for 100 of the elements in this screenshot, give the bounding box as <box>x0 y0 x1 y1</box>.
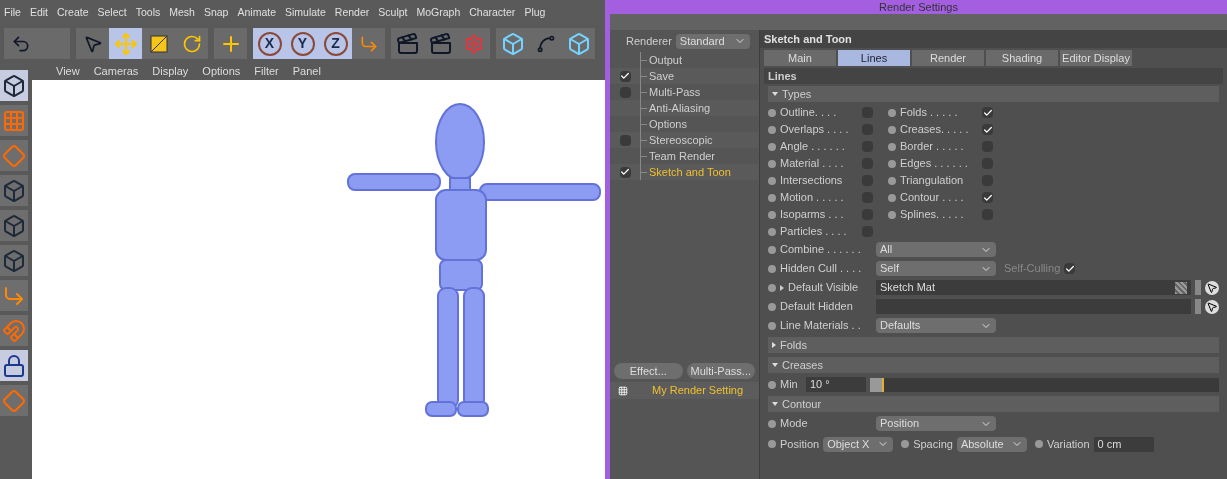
menu-item[interactable]: Plug <box>524 4 546 21</box>
toolbar-button[interactable] <box>496 28 529 59</box>
toolbar-button[interactable] <box>175 28 208 59</box>
menu-item[interactable]: Create <box>57 4 89 21</box>
menu-item[interactable]: Snap <box>203 4 229 21</box>
option-label: Self-Culling <box>1004 261 1061 277</box>
checkbox[interactable] <box>619 166 631 178</box>
check-icon <box>620 71 630 81</box>
menu-item[interactable]: Animate <box>237 4 276 21</box>
dropdown[interactable]: Object X <box>823 436 894 452</box>
tab[interactable]: Lines <box>838 50 910 66</box>
tree-item[interactable]: Save <box>610 68 759 84</box>
menu-item[interactable]: Filter <box>254 62 279 80</box>
line-type-label: Isoparms . . . <box>780 207 845 223</box>
menu-item[interactable]: File <box>4 4 21 21</box>
dropdown[interactable]: Position <box>876 416 996 431</box>
checkbox[interactable] <box>619 70 631 82</box>
tab[interactable]: Render <box>912 50 984 66</box>
link-field[interactable]: Sketch Mat <box>876 280 1191 295</box>
pointer-icon[interactable] <box>1205 299 1219 314</box>
line-type-label: Angle . . . . . . <box>780 139 846 155</box>
tree-item[interactable]: Sketch and Toon <box>610 164 759 180</box>
dropdown[interactable]: Self <box>876 261 996 276</box>
toolbar-button[interactable]: Z <box>319 28 352 59</box>
group-header[interactable]: Folds <box>768 337 1219 353</box>
menu-item[interactable]: Cameras <box>93 62 139 80</box>
square-icon <box>148 33 169 54</box>
menu-item[interactable]: View <box>56 62 80 80</box>
toolbar-button[interactable] <box>562 28 595 59</box>
menu-item[interactable]: Mesh <box>169 4 195 21</box>
dropdown[interactable]: Defaults <box>876 318 996 333</box>
menu-item[interactable]: Edit <box>29 4 48 21</box>
param-label: Combine . . . . . . <box>780 242 862 258</box>
toolbar-button[interactable] <box>76 28 109 59</box>
tree-item[interactable]: Stereoscopic <box>610 132 759 148</box>
dropdown[interactable]: All <box>876 242 996 257</box>
clapperboard-icon <box>428 31 453 56</box>
menu-item[interactable]: Tools <box>135 4 161 21</box>
check-icon <box>982 124 993 135</box>
checkbox[interactable] <box>982 124 993 135</box>
cube-icon <box>500 31 525 56</box>
group-header[interactable]: Contour <box>768 396 1219 412</box>
menu-item[interactable]: Panel <box>292 62 321 80</box>
param-label: Variation <box>1046 436 1090 452</box>
panel-header: Sketch and Toon <box>760 30 1227 48</box>
slider-track[interactable] <box>870 377 1219 392</box>
undo-icon <box>10 33 31 54</box>
tab[interactable]: Main <box>764 50 836 66</box>
checkbox[interactable] <box>982 107 993 118</box>
number-field[interactable]: 10 ° <box>806 377 866 392</box>
toolbar-button[interactable]: Y <box>286 28 319 59</box>
menu-item[interactable]: Options <box>202 62 241 80</box>
check-icon <box>620 167 630 177</box>
group-header[interactable]: Creases <box>768 357 1219 373</box>
line-type-label: Border . . . . . <box>900 139 965 155</box>
checkbox[interactable] <box>1064 263 1076 274</box>
expand-triangle-icon[interactable] <box>780 284 784 291</box>
toolbar-button[interactable]: X <box>253 28 286 59</box>
check-icon <box>982 192 993 203</box>
checkbox[interactable] <box>619 134 631 146</box>
spline-icon <box>535 33 556 54</box>
param-label: Default Visible <box>788 280 859 296</box>
checkbox[interactable] <box>619 86 631 98</box>
dropdown[interactable]: Absolute <box>956 436 1027 452</box>
dropdown[interactable]: Standard <box>675 33 750 49</box>
setting-item[interactable]: My Render Setting <box>610 382 759 399</box>
number-field[interactable]: 0 cm <box>1093 436 1154 452</box>
menu-item[interactable]: Render <box>334 4 370 21</box>
toolbar-button[interactable] <box>214 28 247 59</box>
tab[interactable]: Editor Display <box>1060 50 1132 66</box>
menu-item[interactable]: MoGraph <box>416 4 461 21</box>
param-label: Mode <box>780 416 809 432</box>
param-label: Position <box>780 436 820 452</box>
toolbar-button[interactable] <box>352 28 385 59</box>
line-type-label: Motion . . . . . <box>780 190 845 206</box>
cube-icon <box>2 248 26 273</box>
line-type-label: Overlaps . . . . <box>780 122 850 138</box>
menu-item[interactable]: Character <box>469 4 516 21</box>
toolbar-button[interactable] <box>391 28 424 59</box>
palette-button[interactable] <box>0 70 28 101</box>
tree-item[interactable]: Anti-Aliasing <box>610 100 759 116</box>
checkbox[interactable] <box>982 192 993 203</box>
menu-item[interactable]: Sculpt <box>378 4 408 21</box>
line-type-label: Triangulation <box>900 173 965 189</box>
gear-icon <box>463 33 484 54</box>
group-header[interactable]: Types <box>768 86 1219 102</box>
panel-button[interactable]: Effect... <box>614 363 683 379</box>
palette-button[interactable] <box>0 350 28 381</box>
menu-item[interactable]: Display <box>152 62 189 80</box>
rotate-icon <box>181 33 202 54</box>
cube-icon <box>2 73 26 98</box>
menu-item[interactable]: Select <box>97 4 127 21</box>
param-label: Spacing <box>913 436 953 452</box>
pointer-icon[interactable] <box>1205 280 1219 295</box>
tab[interactable]: Shading <box>986 50 1058 66</box>
menu-item[interactable]: Simulate <box>285 4 326 21</box>
toolbar-button[interactable] <box>4 28 37 59</box>
expanded-triangle-icon <box>772 363 778 367</box>
toolbar-button[interactable] <box>142 28 175 59</box>
panel-button[interactable]: Multi-Pass... <box>686 363 755 379</box>
